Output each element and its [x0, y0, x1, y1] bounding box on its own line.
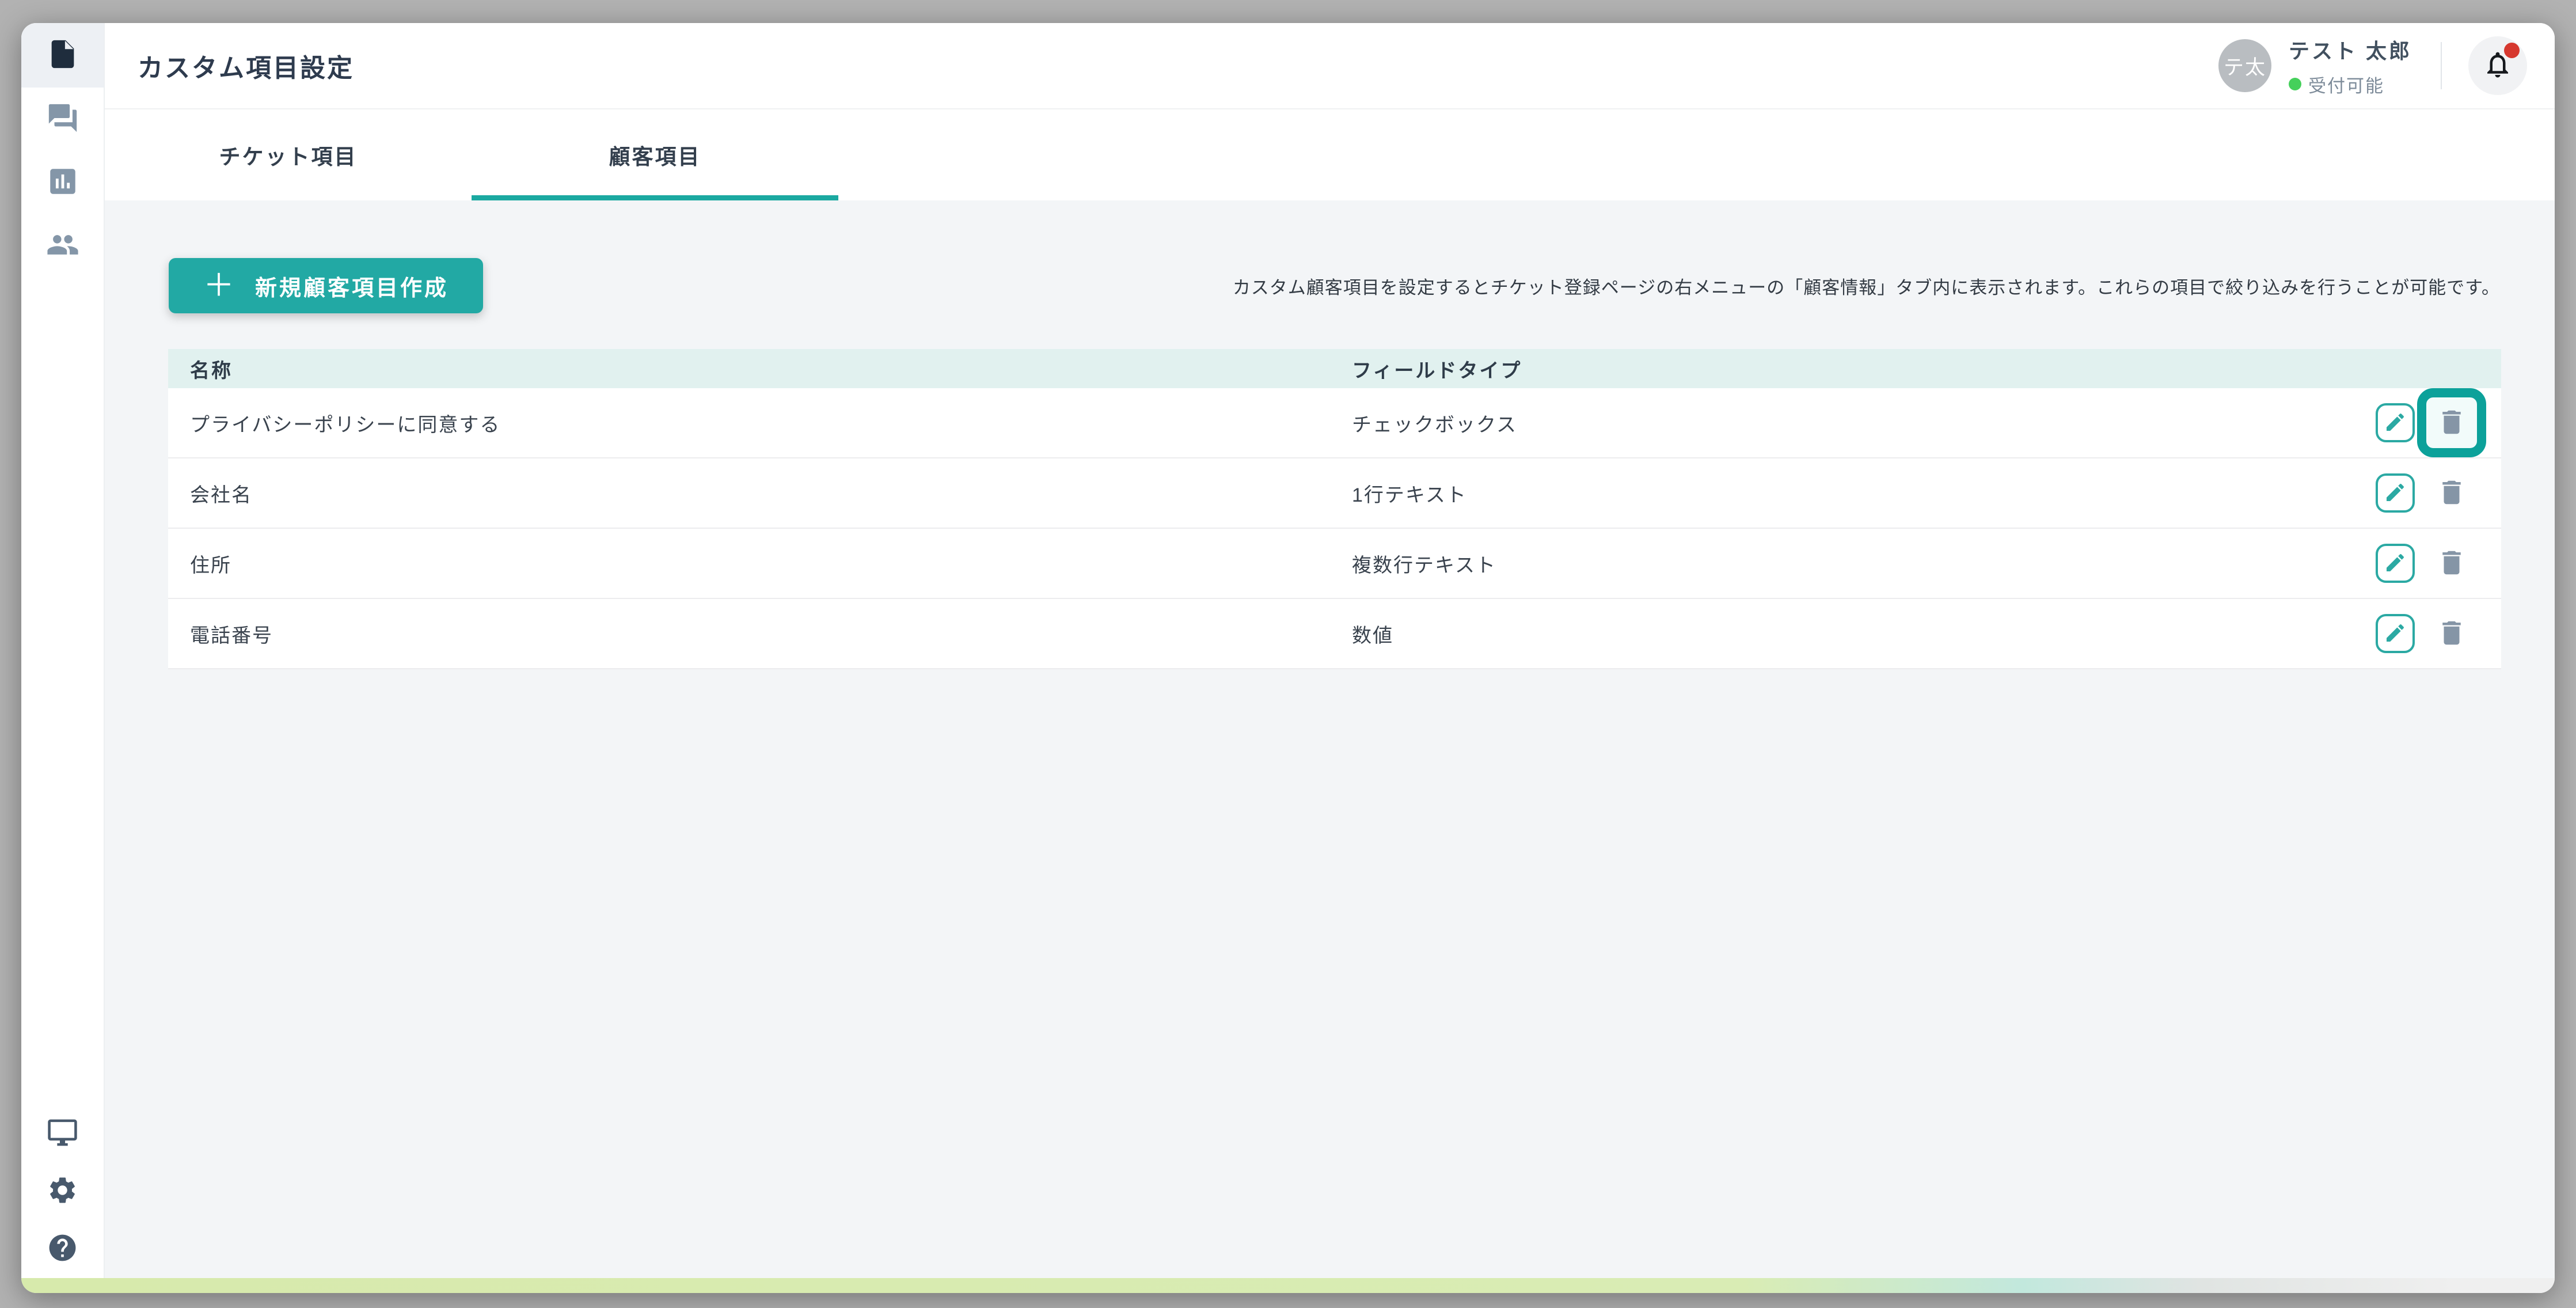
status-dot [2289, 78, 2301, 90]
plus-icon: ＋ [203, 270, 237, 301]
field-name: プライバシーポリシーに同意する [168, 409, 1352, 437]
pencil-icon [2384, 621, 2407, 646]
edit-button[interactable] [2376, 544, 2415, 583]
table-row: 電話番号 数値 [168, 599, 2501, 669]
user-name: テスト 太郎 [2289, 35, 2412, 65]
document-icon [46, 37, 79, 74]
page-header: カスタム項目設定 テ太 テスト 太郎 受付可能 [105, 23, 2555, 109]
table-header: 名称 フィールドタイプ [168, 349, 2501, 388]
sidebar-item-settings[interactable] [21, 1163, 104, 1220]
tab-customer-fields[interactable]: 顧客項目 [472, 109, 838, 200]
delete-button[interactable] [2432, 403, 2471, 442]
delete-button[interactable] [2432, 544, 2471, 583]
pencil-icon [2384, 411, 2407, 435]
create-customer-field-button[interactable]: ＋ 新規顧客項目作成 [169, 258, 483, 313]
edit-button[interactable] [2376, 403, 2415, 442]
avatar[interactable]: テ太 [2218, 39, 2271, 92]
notification-badge [2504, 43, 2520, 58]
sidebar-item-help[interactable] [21, 1220, 104, 1278]
field-name: 会社名 [168, 479, 1352, 507]
help-icon [47, 1232, 78, 1267]
sidebar-spacer [21, 278, 104, 1105]
edit-button[interactable] [2376, 473, 2415, 513]
user-meta: テスト 太郎 受付可能 [2289, 35, 2412, 97]
user-status: 受付可能 [2289, 71, 2412, 97]
page-title: カスタム項目設定 [138, 47, 354, 84]
table-row: 住所 複数行テキスト [168, 529, 2501, 599]
delete-button[interactable] [2432, 473, 2471, 513]
app-window: カスタム項目設定 テ太 テスト 太郎 受付可能 [21, 23, 2555, 1293]
trash-icon [2436, 547, 2467, 580]
tab-ticket-fields[interactable]: チケット項目 [105, 109, 472, 200]
column-header-type: フィールドタイプ [1352, 355, 2501, 383]
pencil-icon [2384, 551, 2407, 576]
sidebar-item-documents[interactable] [21, 23, 104, 88]
column-header-name: 名称 [168, 355, 1352, 383]
pencil-icon [2384, 481, 2407, 506]
bottom-accent-strip [21, 1278, 2555, 1293]
edit-button[interactable] [2376, 614, 2415, 653]
gear-icon [47, 1174, 78, 1209]
sidebar-item-monitor[interactable] [21, 1105, 104, 1163]
customer-fields-description: カスタム顧客項目を設定するとチケット登録ページの右メニューの「顧客情報」タブ内に… [1233, 273, 2500, 299]
field-type: 数値 [1352, 620, 2376, 648]
sidebar-item-customers[interactable] [21, 214, 104, 278]
status-label: 受付可能 [2308, 71, 2384, 97]
field-type: チェックボックス [1352, 409, 2376, 437]
custom-fields-table: 名称 フィールドタイプ プライバシーポリシーに同意する チェックボックス [168, 349, 2501, 669]
delete-button[interactable] [2432, 614, 2471, 653]
trash-icon [2436, 477, 2467, 510]
trash-icon [2436, 617, 2467, 650]
sidebar-item-chat[interactable] [21, 88, 104, 151]
field-name: 電話番号 [168, 620, 1352, 648]
table-row: 会社名 1行テキスト [168, 458, 2501, 529]
trash-icon [2436, 407, 2467, 439]
monitor-icon [47, 1117, 78, 1151]
notifications-button[interactable] [2468, 36, 2527, 95]
field-type: 複数行テキスト [1352, 549, 2376, 578]
create-button-label: 新規顧客項目作成 [255, 270, 449, 302]
table-row: プライバシーポリシーに同意する チェックボックス [168, 388, 2501, 458]
chat-icon [46, 101, 79, 138]
sidebar [21, 23, 105, 1278]
content-area: ＋ 新規顧客項目作成 カスタム顧客項目を設定するとチケット登録ページの右メニュー… [105, 200, 2555, 1278]
chart-icon [46, 165, 79, 201]
field-name: 住所 [168, 549, 1352, 578]
people-icon [46, 228, 79, 264]
header-divider [2441, 42, 2442, 89]
tabbar: チケット項目 顧客項目 [105, 109, 2555, 200]
field-type: 1行テキスト [1352, 479, 2376, 507]
sidebar-item-reports[interactable] [21, 151, 104, 214]
